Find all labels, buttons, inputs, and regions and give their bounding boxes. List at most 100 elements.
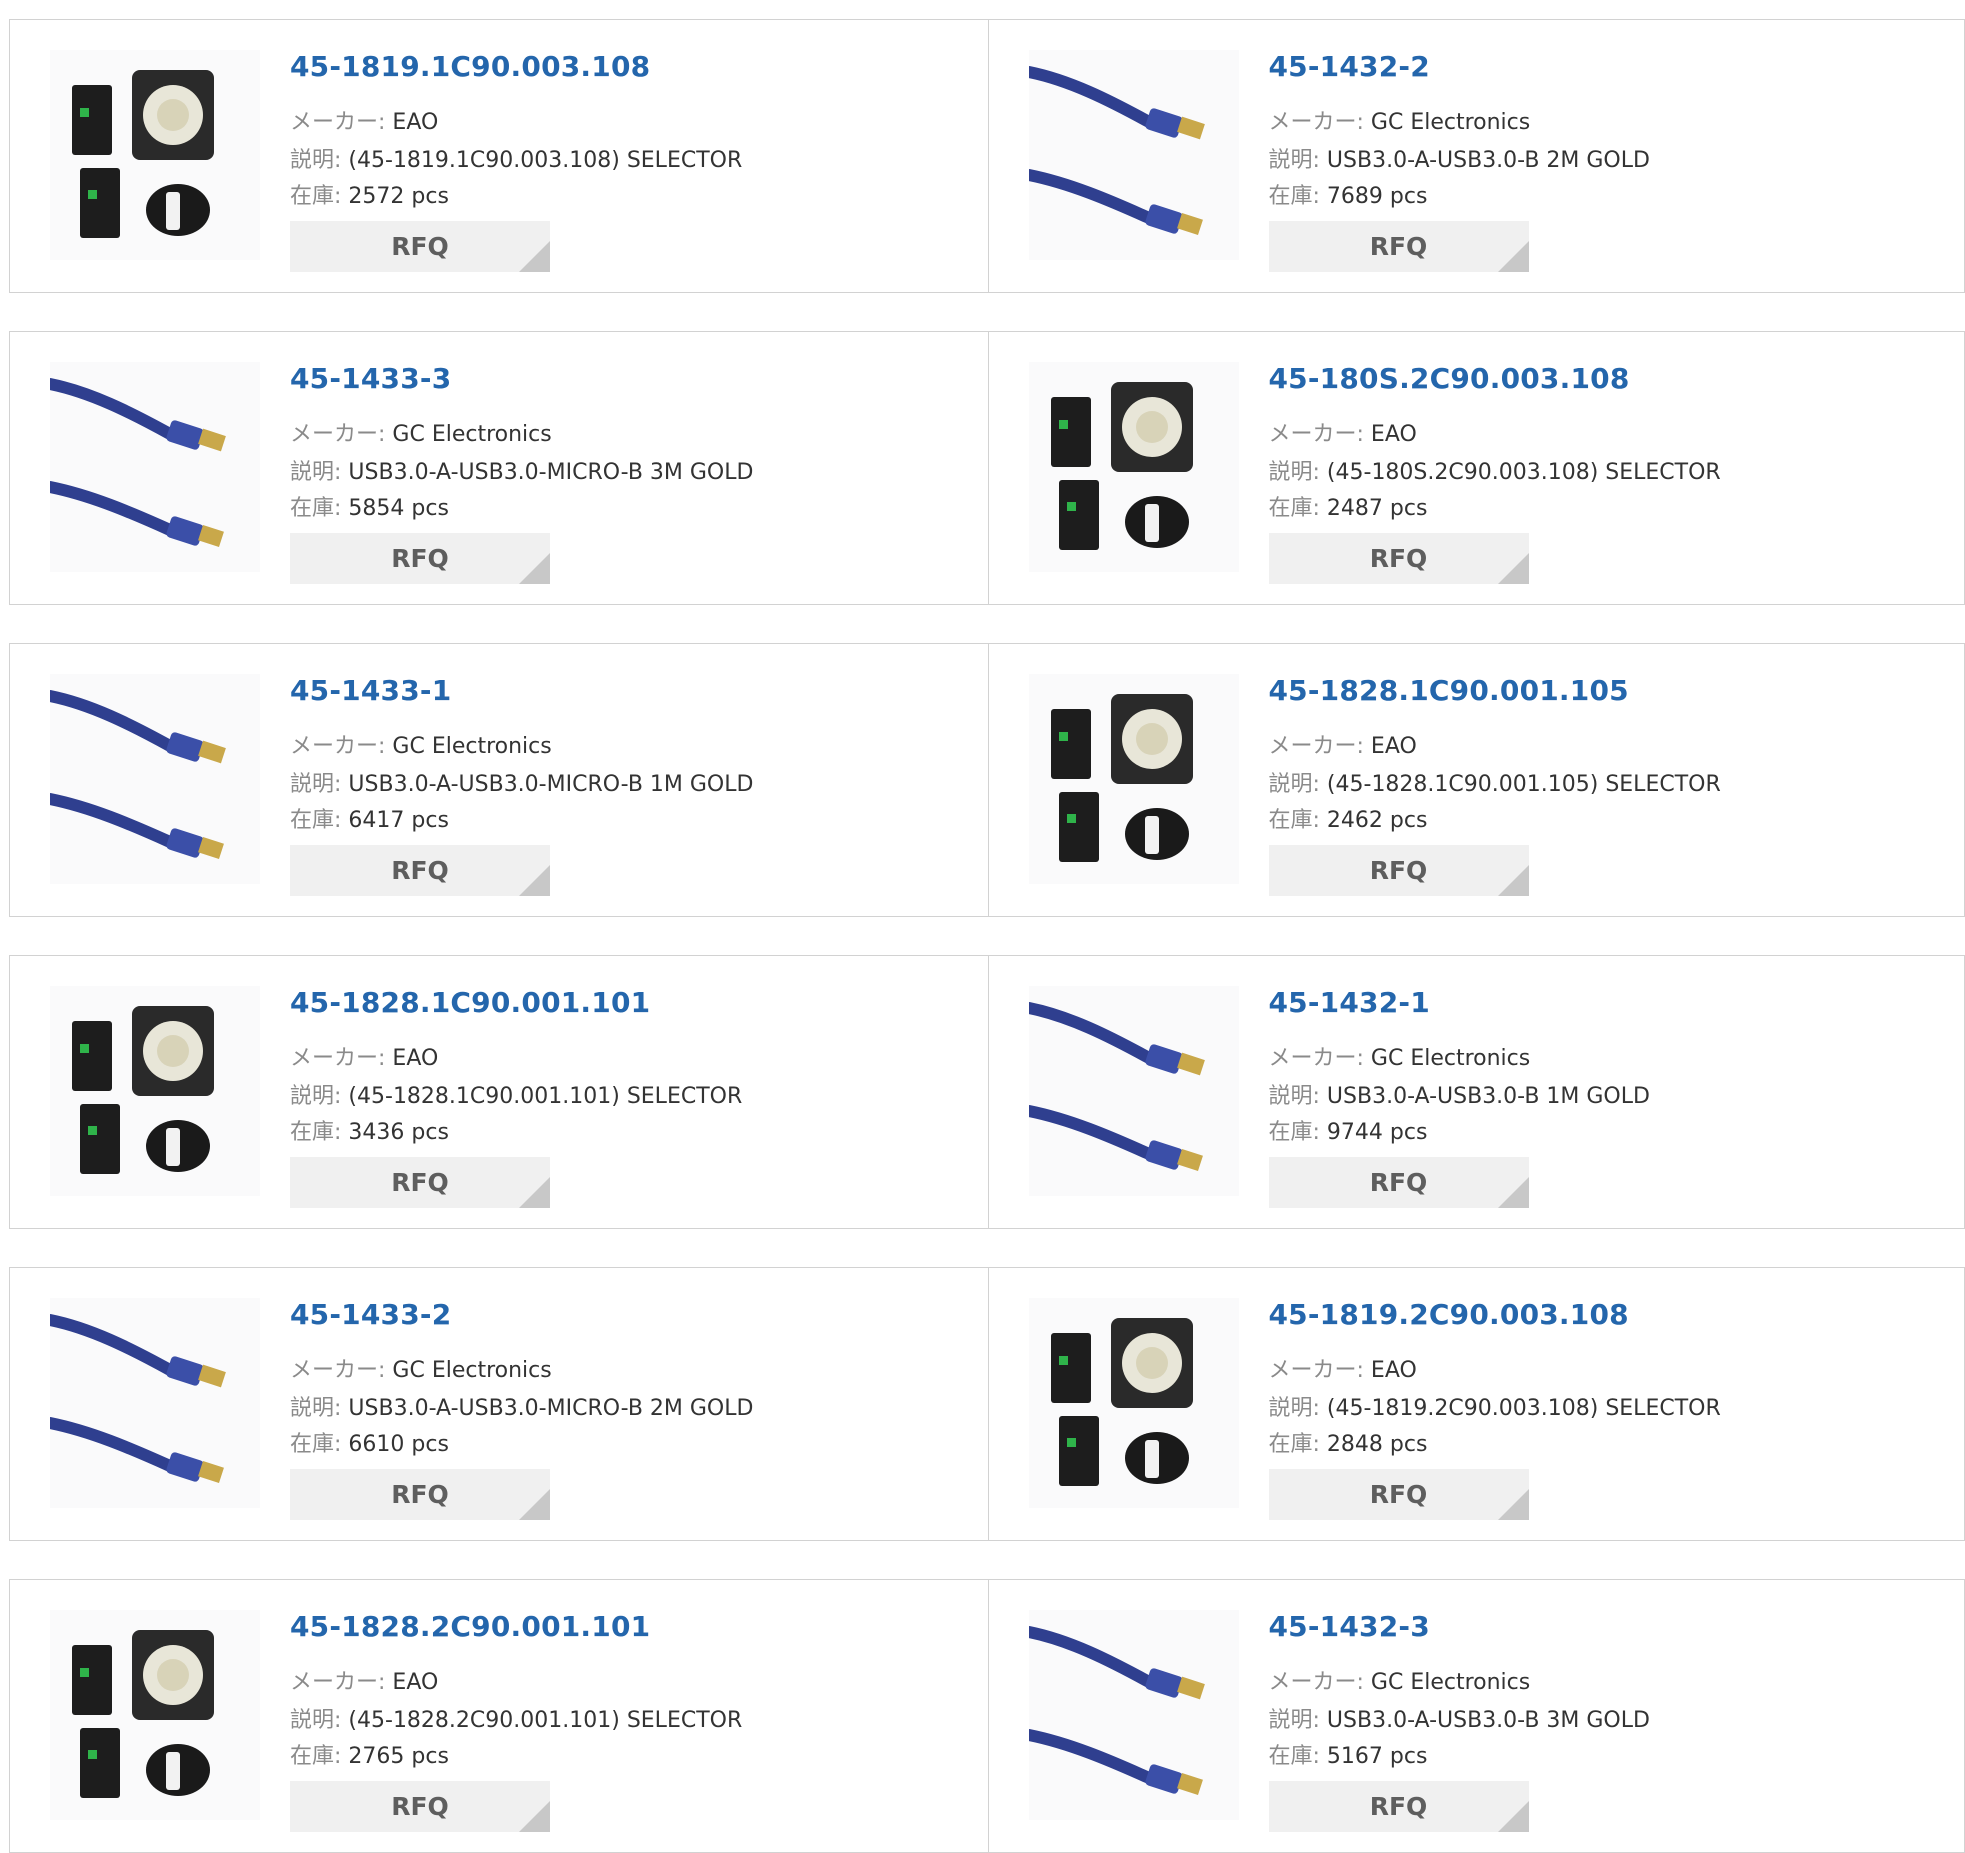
rfq-button[interactable]: RFQ [290, 1469, 550, 1520]
part-number-link[interactable]: 45-1828.1C90.001.105 [1269, 674, 1629, 707]
maker-value: GC Electronics [392, 422, 552, 447]
usb-cable-icon[interactable] [1028, 50, 1239, 260]
rfq-label: RFQ [1369, 1792, 1428, 1821]
product-card: 45-1432-1 メーカー: GC Electronics 説明: USB3.… [987, 956, 1965, 1228]
maker-value: EAO [392, 1046, 439, 1071]
selector-icon[interactable] [1028, 674, 1239, 884]
description-label: 説明: [290, 460, 342, 485]
rfq-button[interactable]: RFQ [1268, 1781, 1529, 1832]
product-row: 45-1819.1C90.003.108 メーカー: EAO 説明: (45-1… [9, 19, 1965, 293]
stock-label: 在庫: [290, 1432, 342, 1457]
corner-decoration [1497, 553, 1529, 584]
part-number-link[interactable]: 45-1819.1C90.003.108 [290, 50, 650, 83]
rfq-button[interactable]: RFQ [290, 533, 550, 584]
part-number-link[interactable]: 45-1432-3 [1269, 1610, 1430, 1643]
maker-value: EAO [1370, 1358, 1417, 1383]
part-number-link[interactable]: 45-180S.2C90.003.108 [1269, 362, 1630, 395]
stock-label: 在庫: [1268, 1432, 1320, 1457]
rfq-button[interactable]: RFQ [290, 845, 550, 896]
description-value: USB3.0-A-USB3.0-B 3M GOLD [1326, 1708, 1650, 1733]
stock-label: 在庫: [1268, 496, 1320, 521]
part-number-link[interactable]: 45-1433-2 [290, 1298, 451, 1331]
description-line: 説明: (45-1819.2C90.003.108) SELECTOR [1269, 1390, 1721, 1422]
rfq-button[interactable]: RFQ [290, 1157, 550, 1208]
corner-decoration [519, 1489, 550, 1520]
maker-value: GC Electronics [1370, 1670, 1531, 1695]
stock-line: 在庫: 2572 pcs [290, 178, 449, 210]
usb-cable-icon[interactable] [50, 362, 260, 572]
usb-cable-icon[interactable] [50, 674, 260, 884]
selector-svg [1028, 1298, 1239, 1508]
maker-label: メーカー: [290, 1046, 386, 1071]
description-label: 説明: [1268, 1396, 1320, 1421]
rfq-label: RFQ [1369, 544, 1428, 573]
rfq-button[interactable]: RFQ [1268, 1157, 1529, 1208]
maker-label: メーカー: [290, 734, 386, 759]
part-number-link[interactable]: 45-1432-1 [1269, 986, 1430, 1019]
selector-icon[interactable] [1028, 1298, 1239, 1508]
maker-line: メーカー: GC Electronics [1269, 104, 1531, 136]
maker-value: GC Electronics [392, 1358, 552, 1383]
product-card: 45-1828.2C90.001.101 メーカー: EAO 説明: (45-1… [10, 1580, 988, 1852]
maker-line: メーカー: GC Electronics [1269, 1664, 1531, 1696]
usb-cable-icon[interactable] [1028, 1610, 1239, 1820]
rfq-button[interactable]: RFQ [290, 1781, 550, 1832]
maker-line: メーカー: GC Electronics [290, 1352, 552, 1384]
product-row: 45-1433-3 メーカー: GC Electronics 説明: USB3.… [9, 331, 1965, 605]
description-line: 説明: USB3.0-A-USB3.0-MICRO-B 1M GOLD [290, 766, 753, 798]
stock-label: 在庫: [290, 184, 342, 209]
maker-label: メーカー: [1268, 422, 1364, 447]
maker-line: メーカー: EAO [1269, 728, 1417, 760]
maker-line: メーカー: EAO [1269, 416, 1417, 448]
maker-value: GC Electronics [1370, 1046, 1531, 1071]
rfq-button[interactable]: RFQ [1268, 221, 1529, 272]
selector-icon[interactable] [50, 1610, 260, 1820]
product-card: 45-1828.1C90.001.105 メーカー: EAO 説明: (45-1… [987, 644, 1965, 916]
usb-cable-icon[interactable] [1028, 986, 1239, 1196]
selector-svg [1028, 674, 1239, 884]
stock-value: 2765 pcs [348, 1744, 449, 1769]
description-label: 説明: [290, 1084, 342, 1109]
part-number-link[interactable]: 45-1432-2 [1269, 50, 1430, 83]
selector-svg [50, 50, 260, 260]
corner-decoration [519, 1177, 550, 1208]
description-value: (45-1819.1C90.003.108) SELECTOR [348, 148, 743, 173]
description-value: (45-1828.1C90.001.101) SELECTOR [348, 1084, 743, 1109]
maker-line: メーカー: GC Electronics [290, 728, 552, 760]
rfq-label: RFQ [1369, 856, 1428, 885]
rfq-button[interactable]: RFQ [1268, 533, 1529, 584]
part-number-link[interactable]: 45-1828.1C90.001.101 [290, 986, 650, 1019]
rfq-button[interactable]: RFQ [1268, 845, 1529, 896]
selector-icon[interactable] [50, 50, 260, 260]
usb-cable-icon[interactable] [50, 1298, 260, 1508]
part-number-link[interactable]: 45-1819.2C90.003.108 [1269, 1298, 1629, 1331]
stock-value: 5167 pcs [1326, 1744, 1428, 1769]
stock-label: 在庫: [290, 1744, 342, 1769]
rfq-label: RFQ [1369, 1480, 1428, 1509]
description-label: 説明: [1268, 1708, 1320, 1733]
description-line: 説明: (45-180S.2C90.003.108) SELECTOR [1269, 454, 1721, 486]
rfq-button[interactable]: RFQ [290, 221, 550, 272]
description-line: 説明: USB3.0-A-USB3.0-B 2M GOLD [1269, 142, 1650, 174]
description-label: 説明: [290, 148, 342, 173]
maker-value: EAO [1370, 422, 1417, 447]
part-number-link[interactable]: 45-1828.2C90.001.101 [290, 1610, 650, 1643]
maker-label: メーカー: [290, 422, 386, 447]
part-number-link[interactable]: 45-1433-1 [290, 674, 451, 707]
part-number-link[interactable]: 45-1433-3 [290, 362, 451, 395]
maker-label: メーカー: [1268, 1358, 1364, 1383]
rfq-label: RFQ [391, 1168, 449, 1197]
description-line: 説明: USB3.0-A-USB3.0-B 3M GOLD [1269, 1702, 1650, 1734]
description-line: 説明: (45-1828.1C90.001.105) SELECTOR [1269, 766, 1721, 798]
selector-icon[interactable] [50, 986, 260, 1196]
maker-value: EAO [392, 110, 439, 135]
product-card: 45-1819.1C90.003.108 メーカー: EAO 説明: (45-1… [10, 20, 988, 292]
maker-label: メーカー: [1268, 1670, 1364, 1695]
corner-decoration [1497, 1177, 1529, 1208]
maker-label: メーカー: [290, 110, 386, 135]
usb-cable-svg [1028, 1610, 1239, 1820]
selector-icon[interactable] [1028, 362, 1239, 572]
rfq-button[interactable]: RFQ [1268, 1469, 1529, 1520]
stock-value: 9744 pcs [1326, 1120, 1428, 1145]
description-value: USB3.0-A-USB3.0-MICRO-B 1M GOLD [348, 772, 754, 797]
